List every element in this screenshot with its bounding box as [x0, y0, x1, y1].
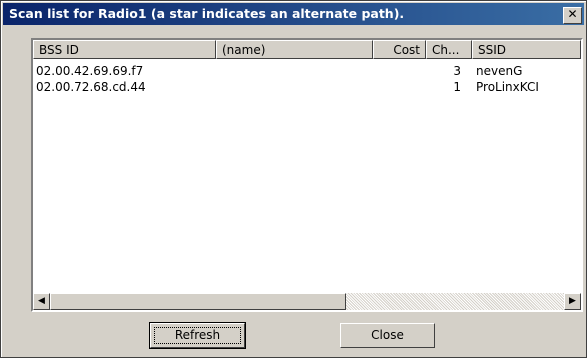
close-icon[interactable]: ✕	[563, 7, 582, 24]
refresh-button[interactable]: Refresh	[149, 322, 246, 349]
cell-bssid: 02.00.42.69.69.f7	[36, 64, 144, 78]
cell-ssid: ProLinxKCI	[476, 80, 539, 94]
window-title: Scan list for Radio1 (a star indicates a…	[9, 6, 405, 21]
cell-channel: 3	[453, 64, 461, 78]
column-header-name[interactable]: (name)	[216, 40, 373, 59]
focus-rectangle	[154, 327, 241, 344]
scan-list-view[interactable]: BSS ID (name) Cost Ch... SSID 02.00.42.6…	[31, 38, 583, 312]
table-row[interactable]: 02.00.42.69.69.f7 3 nevenG	[33, 64, 581, 79]
scroll-left-icon[interactable]: ◀	[33, 293, 50, 310]
scrollbar-thumb[interactable]	[50, 293, 346, 310]
cell-ssid: nevenG	[476, 64, 523, 78]
title-bar: Scan list for Radio1 (a star indicates a…	[3, 3, 584, 25]
horizontal-scrollbar[interactable]: ◀ ▶	[33, 293, 581, 310]
column-header-ssid[interactable]: SSID	[472, 40, 581, 59]
table-row[interactable]: 02.00.72.68.cd.44 1 ProLinxKCI	[33, 80, 581, 95]
close-button-label: Close	[371, 328, 404, 342]
scrollbar-track[interactable]	[346, 293, 564, 310]
cell-bssid: 02.00.72.68.cd.44	[36, 80, 146, 94]
scan-list-dialog: Scan list for Radio1 (a star indicates a…	[0, 0, 587, 358]
column-header-bssid[interactable]: BSS ID	[33, 40, 216, 59]
cell-channel: 1	[453, 80, 461, 94]
column-header-cost[interactable]: Cost	[373, 40, 426, 59]
list-header: BSS ID (name) Cost Ch... SSID	[33, 40, 581, 61]
close-button[interactable]: Close	[340, 323, 435, 348]
scroll-right-icon[interactable]: ▶	[564, 293, 581, 310]
column-header-channel[interactable]: Ch...	[426, 40, 472, 59]
